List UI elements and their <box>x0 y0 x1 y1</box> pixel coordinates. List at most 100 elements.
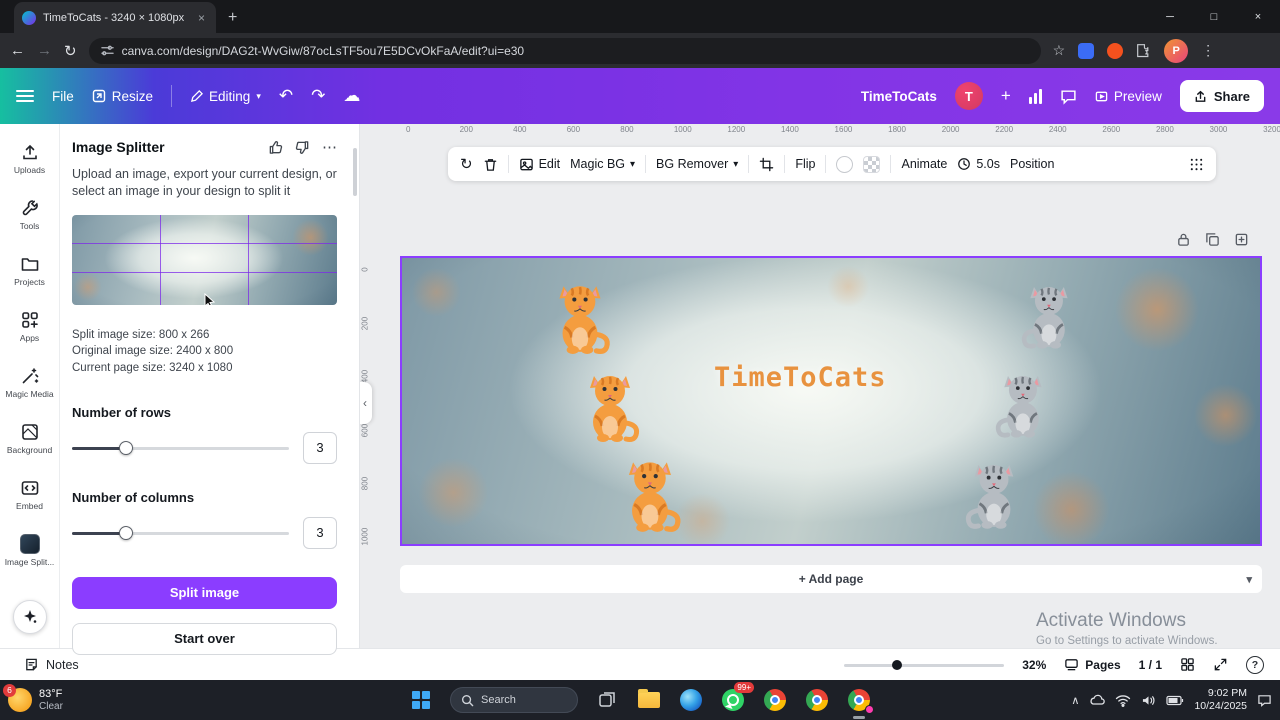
start-over-button[interactable]: Start over <box>72 622 337 655</box>
bg-remover-button[interactable]: BG Remover ▾ <box>656 157 738 171</box>
fullscreen-icon[interactable] <box>1213 657 1228 672</box>
zoom-slider-thumb[interactable] <box>892 659 903 670</box>
canva-assistant-button[interactable] <box>12 600 47 634</box>
thumbs-up-icon[interactable] <box>268 140 283 155</box>
columns-slider-thumb[interactable] <box>119 525 134 540</box>
forward-icon[interactable]: → <box>37 42 52 59</box>
orange-cat-3[interactable] <box>618 454 684 534</box>
file-menu[interactable]: File <box>52 89 74 104</box>
grid-view-icon[interactable] <box>1180 657 1195 672</box>
document-title[interactable]: TimeToCats <box>861 89 937 104</box>
transparency-icon[interactable] <box>1189 157 1204 172</box>
sidebar-item-apps[interactable]: Apps <box>2 298 58 354</box>
chrome-icon-2[interactable] <box>804 687 830 713</box>
panel-scrollbar[interactable] <box>353 148 357 196</box>
battery-icon[interactable] <box>1166 695 1184 706</box>
chrome-icon-1[interactable] <box>762 687 788 713</box>
rows-slider[interactable] <box>72 440 289 455</box>
back-icon[interactable]: ← <box>10 42 25 59</box>
task-view-icon[interactable] <box>594 687 620 713</box>
sidebar-item-magic-media[interactable]: Magic Media <box>2 354 58 410</box>
extension-orange-icon[interactable] <box>1107 42 1124 59</box>
pages-button[interactable]: Pages <box>1064 657 1121 672</box>
orange-cat-2[interactable] <box>578 368 644 444</box>
add-page-button[interactable]: + Add page ▾ <box>400 565 1262 593</box>
share-button[interactable]: Share <box>1179 80 1264 112</box>
transparency-swatch[interactable] <box>863 155 881 173</box>
resize-menu[interactable]: Resize <box>92 89 153 104</box>
edge-icon[interactable] <box>678 687 704 713</box>
taskbar-search[interactable]: Search <box>450 687 578 713</box>
sidebar-item-uploads[interactable]: Uploads <box>2 130 58 186</box>
help-button[interactable]: ? <box>1246 655 1264 674</box>
panel-more-icon[interactable]: ⋯ <box>322 138 337 156</box>
user-avatar[interactable]: T <box>954 82 983 110</box>
maximize-button[interactable]: □ <box>1192 0 1236 33</box>
reload-icon[interactable]: ↻ <box>64 42 77 60</box>
design-page[interactable]: TimeToCats <box>400 256 1262 546</box>
comments-icon[interactable] <box>1060 88 1077 105</box>
sidebar-item-background[interactable]: Background <box>2 410 58 466</box>
undo-icon[interactable]: ↶ <box>279 86 293 106</box>
minimize-button[interactable]: ─ <box>1148 0 1192 33</box>
sidebar-item-image-splitter[interactable]: Image Split... <box>2 522 58 578</box>
position-button[interactable]: Position <box>1010 157 1054 171</box>
add-page-icon[interactable] <box>1234 232 1249 247</box>
sidebar-item-embed[interactable]: Embed <box>2 466 58 522</box>
tray-expand-icon[interactable]: ∧ <box>1071 694 1079 707</box>
site-settings-icon[interactable] <box>100 44 114 57</box>
insights-icon[interactable] <box>1028 88 1042 104</box>
lock-page-icon[interactable] <box>1176 232 1191 247</box>
columns-value-input[interactable]: 3 <box>303 516 337 549</box>
volume-icon[interactable] <box>1141 694 1156 707</box>
extension-blue-icon[interactable] <box>1078 42 1095 59</box>
tab-close-icon[interactable]: × <box>195 11 208 25</box>
address-bar[interactable]: canva.com/design/DAG2t-WvGiw/87ocLsTF5ou… <box>88 37 1041 64</box>
gray-cat-1[interactable] <box>1020 276 1076 354</box>
redo-icon[interactable]: ↷ <box>311 86 325 106</box>
orange-cat-1[interactable] <box>550 278 612 356</box>
browser-tab[interactable]: TimeToCats - 3240 × 1080px × <box>14 2 216 33</box>
add-page-chevron-icon[interactable]: ▾ <box>1246 573 1252 586</box>
browser-profile-avatar[interactable]: P <box>1164 38 1189 63</box>
onedrive-icon[interactable] <box>1089 694 1106 706</box>
thumbs-down-icon[interactable] <box>295 140 310 155</box>
edit-image-button[interactable]: Edit <box>519 157 560 172</box>
magic-bg-button[interactable]: Magic BG ▾ <box>570 157 635 171</box>
delete-element-icon[interactable] <box>483 157 498 172</box>
editing-mode-menu[interactable]: Editing ▾ <box>190 89 261 104</box>
columns-slider[interactable] <box>72 525 289 540</box>
rows-slider-thumb[interactable] <box>119 440 134 455</box>
crop-icon[interactable] <box>759 157 774 172</box>
rows-value-input[interactable]: 3 <box>303 431 337 464</box>
split-preview-image[interactable] <box>72 214 337 305</box>
flip-button[interactable]: Flip <box>795 157 815 171</box>
url-text[interactable]: canva.com/design/DAG2t-WvGiw/87ocLsTF5ou… <box>122 44 525 58</box>
preview-button[interactable]: Preview <box>1095 89 1162 104</box>
bookmark-star-icon[interactable]: ☆ <box>1053 42 1066 59</box>
sidebar-item-projects[interactable]: Projects <box>2 242 58 298</box>
add-member-icon[interactable]: + <box>1001 86 1011 106</box>
duplicate-page-icon[interactable] <box>1205 232 1220 247</box>
notification-center-icon[interactable] <box>1257 693 1272 707</box>
zoom-slider[interactable] <box>844 659 1005 671</box>
sidebar-item-tools[interactable]: Tools <box>2 186 58 242</box>
weather-widget[interactable]: 6 83°F Clear <box>3 683 63 712</box>
wifi-icon[interactable] <box>1115 694 1131 707</box>
rotate-icon[interactable]: ↻ <box>460 155 473 173</box>
hamburger-menu-icon[interactable] <box>16 90 34 102</box>
taskbar-clock[interactable]: 9:02 PM 10/24/2025 <box>1194 687 1247 713</box>
file-explorer-icon[interactable] <box>636 687 662 713</box>
close-button[interactable]: × <box>1236 0 1280 33</box>
extensions-puzzle-icon[interactable] <box>1136 43 1151 58</box>
zoom-level[interactable]: 32% <box>1022 658 1046 672</box>
color-swatch[interactable] <box>836 155 854 173</box>
gray-cat-3[interactable] <box>964 454 1022 534</box>
start-button[interactable] <box>408 687 434 713</box>
design-title-text[interactable]: TimeToCats <box>714 362 887 393</box>
duration-button[interactable]: 5.0s <box>957 157 1000 171</box>
chrome-icon-active[interactable] <box>846 687 874 719</box>
gray-cat-2[interactable] <box>994 366 1050 442</box>
new-tab-button[interactable]: + <box>228 9 237 27</box>
animate-button[interactable]: Animate <box>901 157 947 171</box>
